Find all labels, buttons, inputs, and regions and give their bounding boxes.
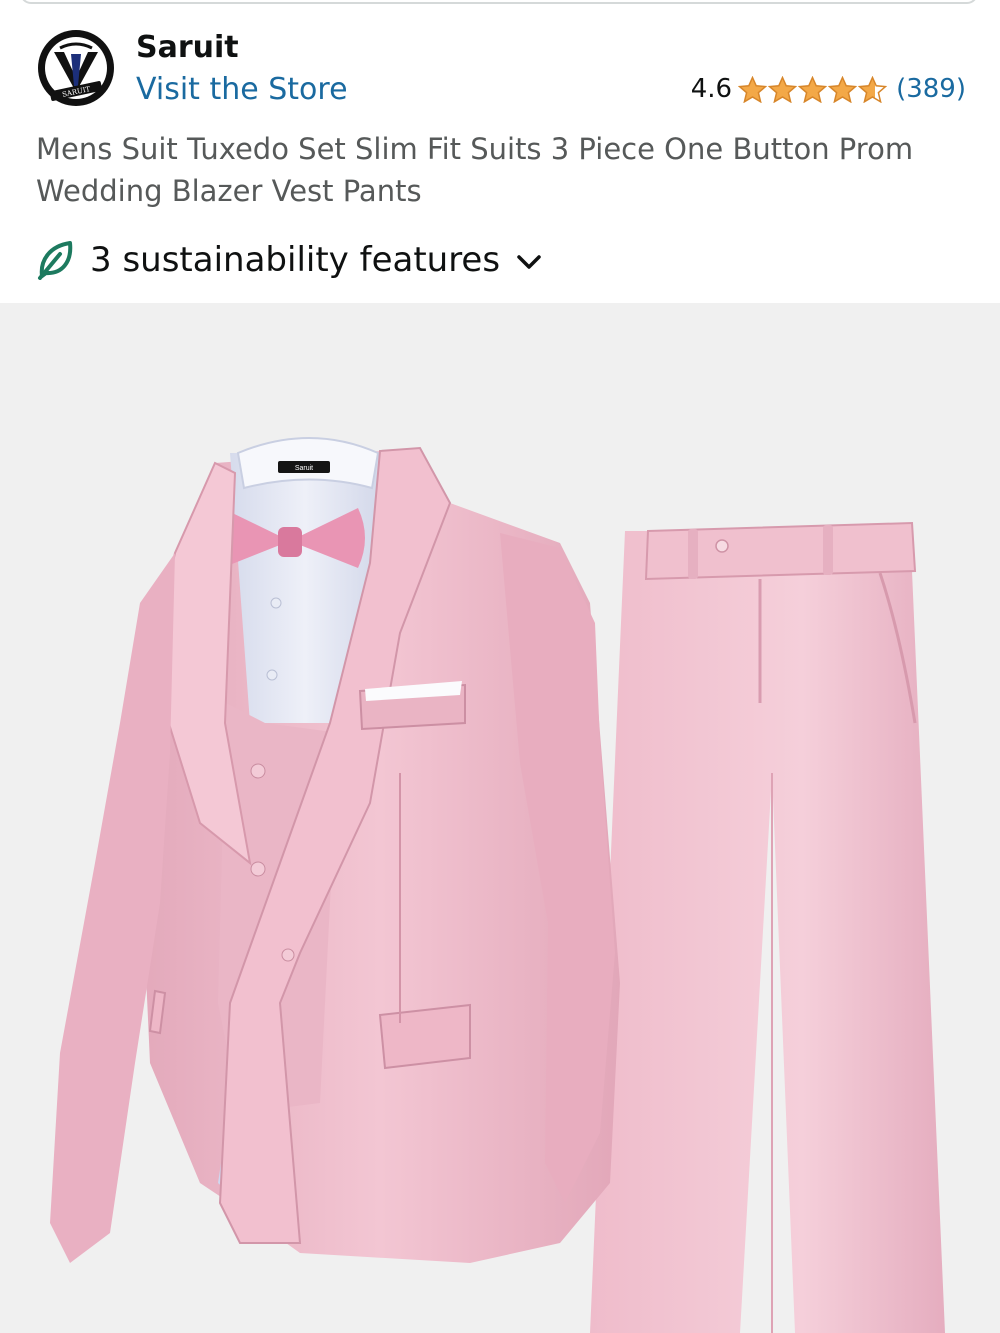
suit-illustration: Saruit [50, 437, 945, 1333]
rating-value: 4.6 [690, 74, 733, 104]
product-image[interactable]: Saruit [0, 303, 1000, 1333]
svg-text:Saruit: Saruit [295, 465, 313, 472]
star-full-icon [798, 75, 828, 103]
star-full-icon [768, 75, 798, 103]
visit-store-link[interactable]: Visit the Store [136, 72, 348, 107]
brand-header: SARUIT Saruit Visit the Store 4.6 (389) [36, 28, 966, 108]
chevron-down-icon [517, 255, 541, 269]
rating-summary[interactable]: 4.6 (389) [691, 74, 966, 104]
product-title: Mens Suit Tuxedo Set Slim Fit Suits 3 Pi… [36, 132, 914, 208]
brand-name[interactable]: Saruit [136, 30, 239, 65]
pants [590, 521, 945, 1333]
sustainability-label: 3 sustainability features [90, 240, 501, 280]
star-half-icon [858, 75, 888, 103]
star-full-icon [828, 75, 858, 103]
search-bar-edge[interactable] [20, 0, 978, 4]
star-rating [738, 75, 888, 103]
leaf-icon [38, 241, 73, 280]
sustainability-features-toggle[interactable]: 3 sustainability features [36, 240, 542, 280]
brand-logo[interactable]: SARUIT [36, 28, 116, 108]
jacket: Saruit [50, 437, 620, 1263]
review-count-link[interactable]: (389) [896, 74, 966, 104]
star-full-icon [738, 75, 768, 103]
